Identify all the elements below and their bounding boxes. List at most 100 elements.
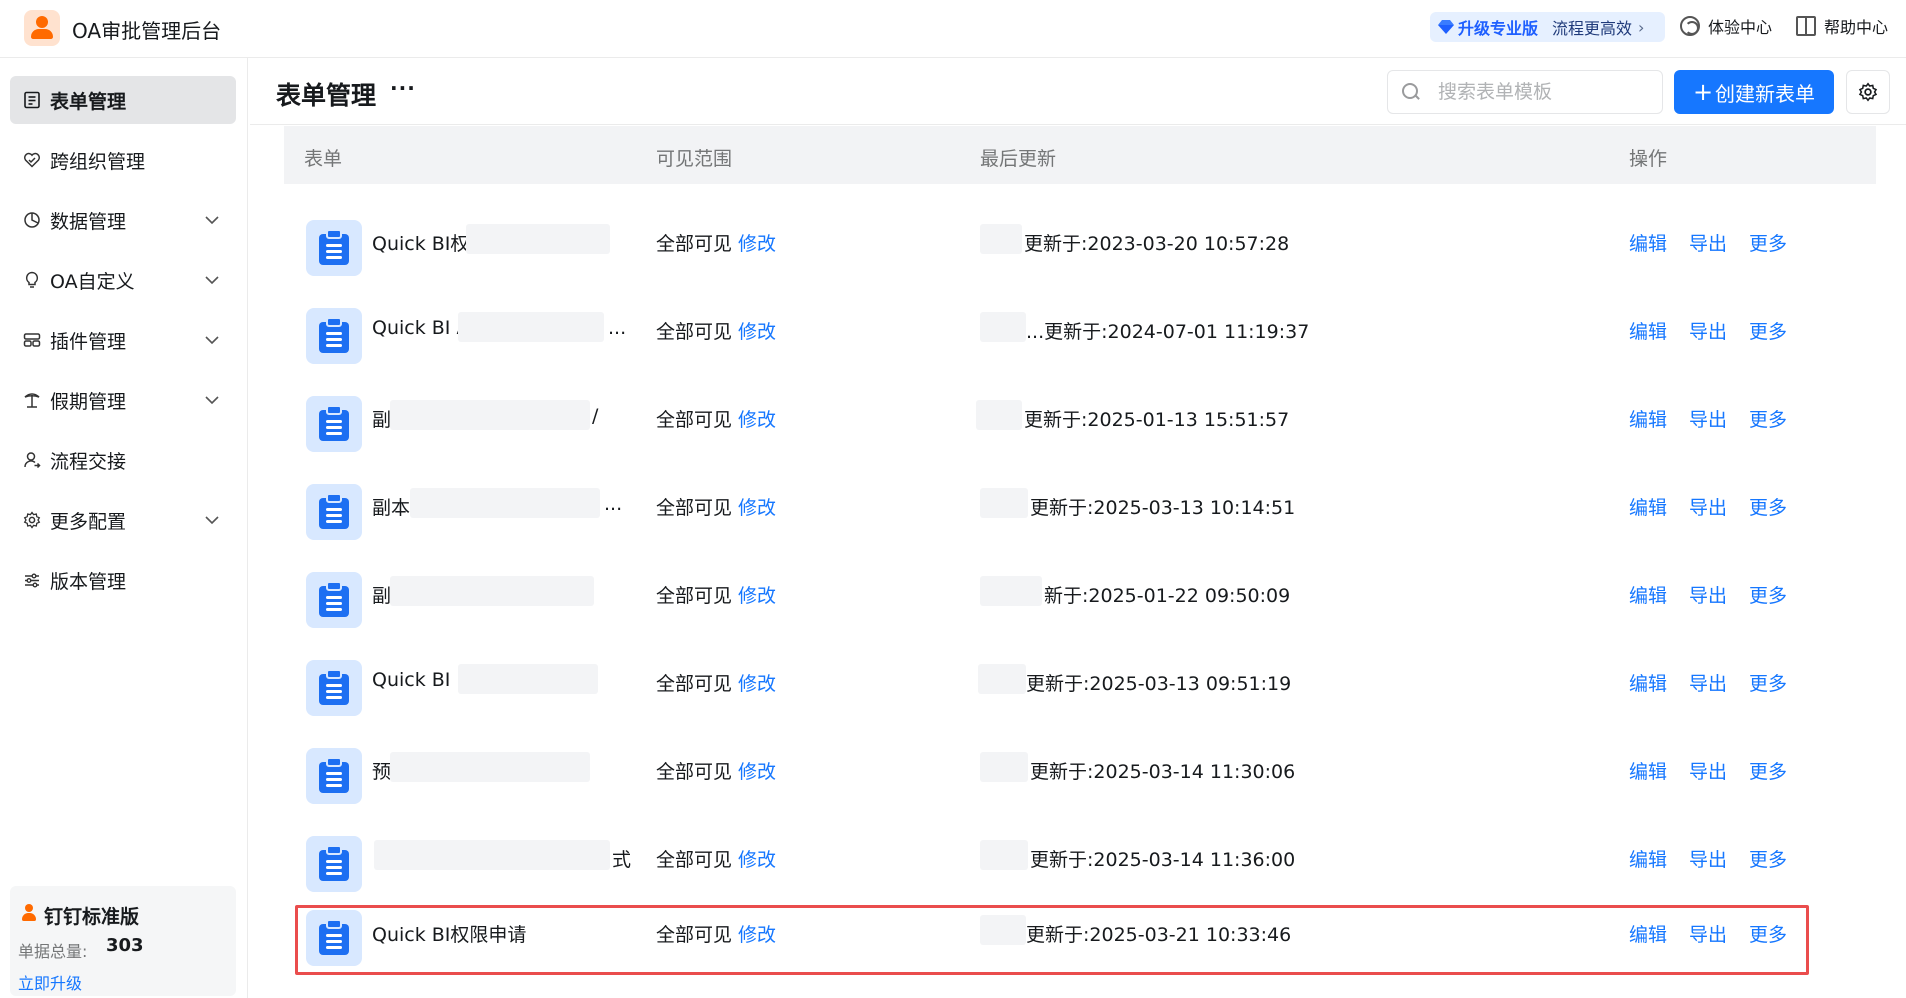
table-row[interactable]: Quick BI A ... 全部可见 修改 ...更新于:2024-07-01 … (284, 286, 1876, 374)
redacted-text (980, 752, 1028, 782)
more-link[interactable]: 更多 (1749, 405, 1787, 432)
sidebar-item-form-management[interactable]: 表单管理 (10, 76, 236, 124)
upgrade-now-link[interactable]: 立即升级 (18, 970, 82, 994)
edit-link[interactable]: 编辑 (1629, 669, 1667, 696)
table-row[interactable]: 副本 ... 全部可见 修改 更新于:2025-03-13 10:14:51 编辑… (284, 462, 1876, 550)
modify-scope-link[interactable]: 修改 (738, 761, 776, 783)
export-link[interactable]: 导出 (1689, 581, 1727, 608)
form-name[interactable]: Quick BI权限申请 (372, 920, 526, 947)
table-header: 表单 可见范围 最后更新 操作 (284, 126, 1876, 184)
experience-center-link[interactable]: 体验中心 (1680, 14, 1772, 38)
upgrade-slogan: 流程更高效 (1552, 19, 1633, 38)
more-link[interactable]: 更多 (1749, 845, 1787, 872)
sidebar-item-data-management[interactable]: 数据管理 (10, 196, 236, 244)
export-link[interactable]: 导出 (1689, 317, 1727, 344)
edit-link[interactable]: 编辑 (1629, 757, 1667, 784)
heart-link-icon (22, 150, 42, 170)
sidebar-item-label: 更多配置 (50, 510, 127, 533)
export-link[interactable]: 导出 (1689, 757, 1727, 784)
gear-icon (22, 510, 42, 530)
chevron-down-icon[interactable] (202, 510, 222, 530)
more-link[interactable]: 更多 (1749, 669, 1787, 696)
document-count-label: 单据总量: (18, 942, 88, 961)
clipboard-icon (306, 572, 362, 628)
more-link[interactable]: 更多 (1749, 757, 1787, 784)
form-name[interactable]: 预 (372, 757, 391, 784)
redacted-text (390, 576, 594, 606)
search-input[interactable] (1438, 81, 1638, 103)
last-updated: 更新于:2025-03-21 10:33:46 (1026, 924, 1292, 946)
table-row-highlighted[interactable]: Quick BI权限申请 全部可见 修改 更新于:2025-03-21 10:33… (284, 902, 1876, 990)
last-updated: 更新于:2025-03-14 11:36:00 (1030, 849, 1296, 871)
edit-link[interactable]: 编辑 (1629, 845, 1667, 872)
chevron-down-icon[interactable] (202, 330, 222, 350)
more-link[interactable]: 更多 (1749, 317, 1787, 344)
scope-text: 全部可见 (656, 321, 733, 343)
settings-button[interactable] (1846, 70, 1890, 114)
form-name[interactable]: 副 (372, 581, 391, 608)
sidebar-item-leave-management[interactable]: 假期管理 (10, 376, 236, 424)
scope-text: 全部可见 (656, 849, 733, 871)
pie-chart-icon (22, 210, 42, 230)
export-link[interactable]: 导出 (1689, 405, 1727, 432)
edit-link[interactable]: 编辑 (1629, 317, 1667, 344)
sidebar-item-more-config[interactable]: 更多配置 (10, 496, 236, 544)
modify-scope-link[interactable]: 修改 (738, 497, 776, 519)
redacted-text (980, 312, 1026, 342)
more-options-icon[interactable]: ··· (390, 76, 416, 100)
scope-text: 全部可见 (656, 585, 733, 607)
chevron-down-icon[interactable] (202, 390, 222, 410)
form-name[interactable]: Quick BI权 (372, 229, 469, 256)
form-name[interactable]: 副 (372, 405, 391, 432)
scope-text: 全部可见 (656, 924, 733, 946)
sidebar-item-version-management[interactable]: 版本管理 (10, 556, 236, 604)
edit-link[interactable]: 编辑 (1629, 493, 1667, 520)
modify-scope-link[interactable]: 修改 (738, 233, 776, 255)
table-row[interactable]: 预 全部可见 修改 更新于:2025-03-14 11:30:06 编辑 导出 更… (284, 726, 1876, 814)
form-name[interactable]: Quick BI (372, 669, 450, 691)
redacted-text (466, 224, 610, 254)
last-updated: 更新于:2025-03-14 11:30:06 (1030, 761, 1296, 783)
clipboard-icon (306, 748, 362, 804)
chevron-down-icon[interactable] (202, 210, 222, 230)
export-link[interactable]: 导出 (1689, 229, 1727, 256)
more-link[interactable]: 更多 (1749, 229, 1787, 256)
modify-scope-link[interactable]: 修改 (738, 585, 776, 607)
edit-link[interactable]: 编辑 (1629, 581, 1667, 608)
table-row[interactable]: Quick BI 全部可见 修改 更新于:2025-03-13 09:51:19 … (284, 638, 1876, 726)
help-center-link[interactable]: 帮助中心 (1796, 14, 1888, 38)
edit-link[interactable]: 编辑 (1629, 229, 1667, 256)
form-name[interactable]: Quick BI A (372, 317, 469, 339)
modify-scope-link[interactable]: 修改 (738, 409, 776, 431)
edit-link[interactable]: 编辑 (1629, 405, 1667, 432)
more-link[interactable]: 更多 (1749, 581, 1787, 608)
sidebar-item-process-handover[interactable]: 流程交接 (10, 436, 236, 484)
form-name[interactable]: 副本 (372, 493, 410, 520)
upgrade-pro-banner[interactable]: 升级专业版 流程更高效 › (1430, 12, 1665, 42)
sidebar-item-label: OA自定义 (50, 270, 135, 293)
more-link[interactable]: 更多 (1749, 920, 1787, 947)
sidebar-item-plugin-management[interactable]: 插件管理 (10, 316, 236, 364)
edit-link[interactable]: 编辑 (1629, 920, 1667, 947)
modify-scope-link[interactable]: 修改 (738, 321, 776, 343)
search-box[interactable] (1387, 70, 1663, 114)
table-row[interactable]: Quick BI权 全部可见 修改 更新于:2023-03-20 10:57:28… (284, 198, 1876, 286)
create-form-button[interactable]: + 创建新表单 (1674, 70, 1834, 114)
table-row[interactable]: 副 / 全部可见 修改 更新于:2025-01-13 15:51:57 编辑 导出… (284, 374, 1876, 462)
export-link[interactable]: 导出 (1689, 920, 1727, 947)
sidebar-item-oa-custom[interactable]: OA自定义 (10, 256, 236, 304)
export-link[interactable]: 导出 (1689, 493, 1727, 520)
form-icon (22, 90, 42, 110)
more-link[interactable]: 更多 (1749, 493, 1787, 520)
export-link[interactable]: 导出 (1689, 845, 1727, 872)
edition-title: 钉钉标准版 (44, 906, 140, 928)
modify-scope-link[interactable]: 修改 (738, 849, 776, 871)
table-row[interactable]: 式 全部可见 修改 更新于:2025-03-14 11:36:00 编辑 导出 更… (284, 814, 1876, 902)
app-logo-icon (24, 10, 60, 46)
export-link[interactable]: 导出 (1689, 669, 1727, 696)
modify-scope-link[interactable]: 修改 (738, 924, 776, 946)
table-row[interactable]: 副 全部可见 修改 新于:2025-01-22 09:50:09 编辑 导出 更多 (284, 550, 1876, 638)
modify-scope-link[interactable]: 修改 (738, 673, 776, 695)
sidebar-item-cross-org[interactable]: 跨组织管理 (10, 136, 236, 184)
chevron-down-icon[interactable] (202, 270, 222, 290)
